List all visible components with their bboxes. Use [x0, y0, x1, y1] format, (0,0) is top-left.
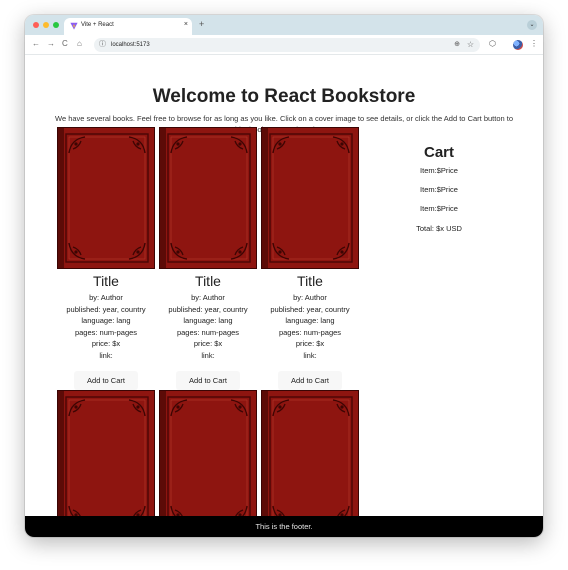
book-cover-art [58, 391, 154, 531]
forward-button[interactable]: → [47, 39, 55, 49]
tab-search-button[interactable]: ⌄ [527, 20, 537, 30]
address-bar[interactable]: ⓘ localhost:5173 ⊕ ☆ [94, 38, 480, 52]
book-cover-image[interactable] [57, 127, 155, 269]
site-info-icon[interactable]: ⓘ [99, 40, 106, 50]
close-window-button[interactable] [33, 22, 39, 28]
cart-item: Item:$Price [420, 204, 458, 213]
tab-strip: Vite + React × + ⌄ [25, 15, 543, 35]
book-link[interactable]: link: [49, 350, 163, 362]
extensions-icon[interactable]: ⬡ [489, 39, 496, 49]
add-to-cart-button[interactable]: Add to Cart [74, 371, 138, 390]
add-to-cart-button[interactable]: Add to Cart [278, 371, 342, 390]
bookmark-star-icon[interactable]: ☆ [467, 40, 474, 50]
book-published: published: year, country [168, 304, 248, 314]
url-text[interactable]: localhost:5173 [111, 41, 150, 49]
book-title: Title [297, 273, 323, 289]
book-price: price: $x [91, 339, 121, 348]
book-title: Title [195, 273, 221, 289]
book-pages: pages: num-pages [176, 327, 240, 337]
home-button[interactable]: ⌂ [77, 39, 82, 49]
book-language: language: lang [285, 316, 335, 325]
cart-total: Total: $x USD [416, 224, 462, 233]
browser-toolbar: ← → C ⌂ ⓘ localhost:5173 ⊕ ☆ ⬡ ⋮ [25, 35, 543, 55]
book-price: price: $x [193, 339, 223, 348]
book-author: by: Author [293, 293, 327, 302]
browser-menu-icon[interactable]: ⋮ [530, 39, 538, 49]
book-author: by: Author [89, 293, 123, 302]
book-cover-image[interactable] [159, 390, 257, 532]
book-author: by: Author [191, 293, 225, 302]
book-cover-art [160, 128, 256, 268]
book-cover-art [160, 391, 256, 531]
reload-button[interactable]: C [62, 39, 68, 49]
book-cover-art [262, 128, 358, 268]
book-cover-image[interactable] [261, 390, 359, 532]
tab-title: Vite + React [81, 22, 114, 28]
profile-avatar[interactable] [513, 40, 523, 50]
close-tab-icon[interactable]: × [184, 21, 188, 29]
book-cover-image[interactable] [159, 127, 257, 269]
page-viewport: Welcome to React Bookstore We have sever… [25, 56, 543, 537]
zoom-icon[interactable]: ⊕ [454, 40, 460, 50]
book-price: price: $x [295, 339, 325, 348]
minimize-window-button[interactable] [43, 22, 49, 28]
book-cover-image[interactable] [261, 127, 359, 269]
book-pages: pages: num-pages [278, 327, 342, 337]
book-title: Title [93, 273, 119, 289]
page-footer: This is the footer. [25, 516, 543, 537]
book-cover-image[interactable] [57, 390, 155, 532]
book-link[interactable]: link: [253, 350, 367, 362]
book-cover-art [58, 128, 154, 268]
book-link[interactable]: link: [151, 350, 265, 362]
book-language: language: lang [183, 316, 233, 325]
maximize-window-button[interactable] [53, 22, 59, 28]
cart-heading: Cart [423, 144, 454, 161]
page-title: Welcome to React Bookstore [152, 86, 416, 107]
new-tab-button[interactable]: + [199, 19, 204, 29]
vite-logo-icon [70, 22, 78, 30]
book-language: language: lang [81, 316, 131, 325]
book-cover-art [262, 391, 358, 531]
cart-item: Item:$Price [420, 185, 458, 194]
book-published: published: year, country [270, 304, 350, 314]
back-button[interactable]: ← [32, 39, 40, 49]
browser-tab[interactable]: Vite + React × [64, 18, 192, 35]
cart-item: Item:$Price [420, 166, 458, 175]
add-to-cart-button[interactable]: Add to Cart [176, 371, 240, 390]
book-pages: pages: num-pages [74, 327, 138, 337]
book-published: published: year, country [66, 304, 146, 314]
browser-window: Vite + React × + ⌄ ← → C ⌂ ⓘ localhost:5… [25, 15, 543, 537]
